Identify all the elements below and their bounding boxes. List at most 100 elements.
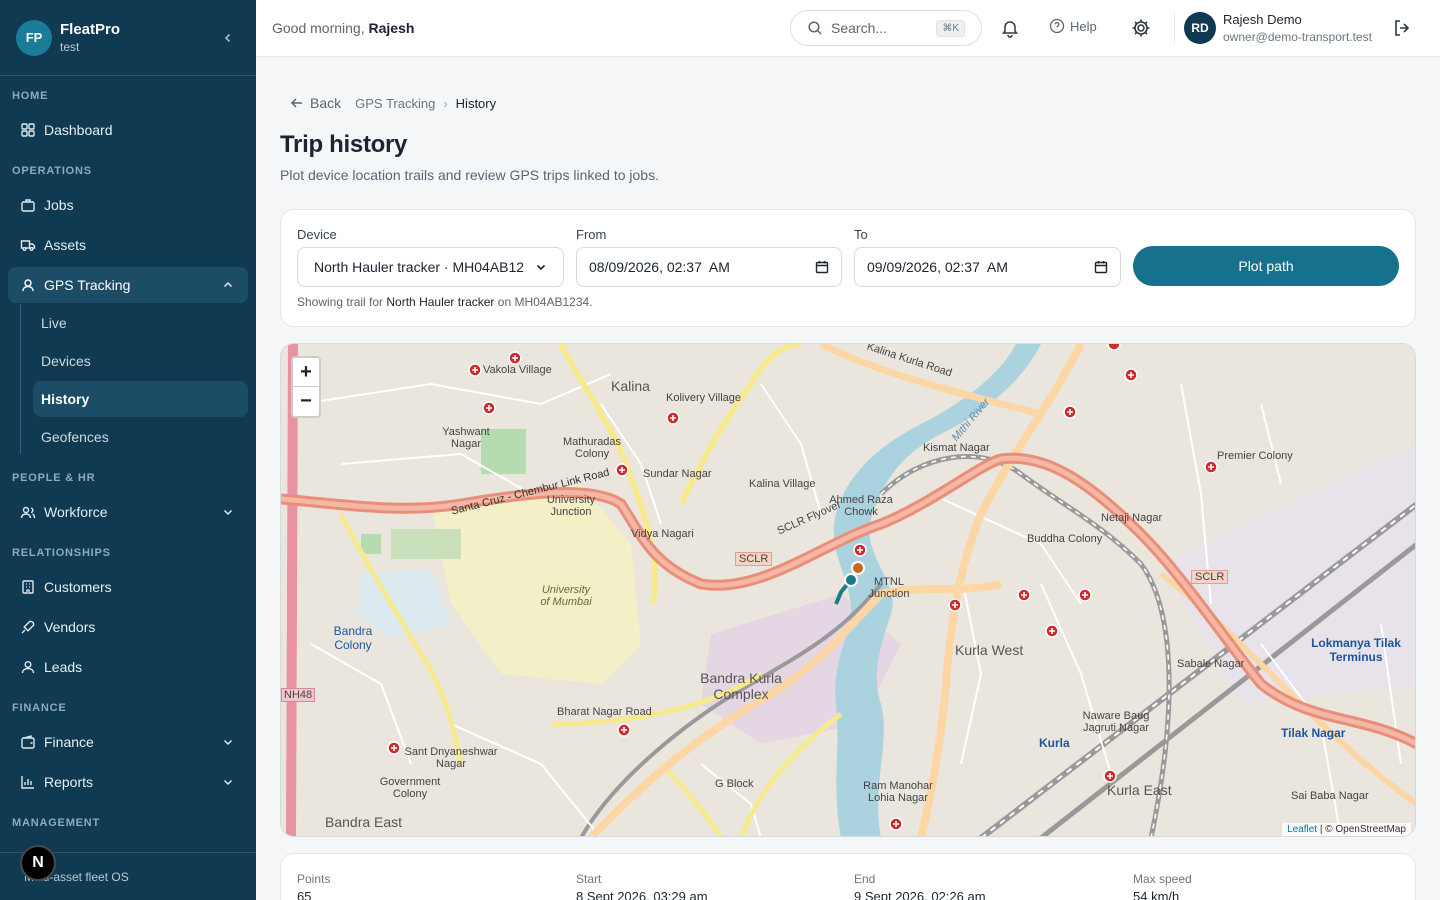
stat-value: 54 km/h (1133, 889, 1180, 900)
brand-name: FleatPro (60, 21, 121, 38)
arrow-left-icon (290, 98, 302, 108)
page-subtitle: Plot device location trails and review G… (280, 167, 659, 183)
greeting-name: Rajesh (368, 20, 415, 36)
chevron-down-icon (220, 774, 236, 790)
brand-logo: FP (16, 19, 52, 56)
sidebar-item-leads[interactable]: Leads (8, 649, 248, 685)
sidebar-item-workforce[interactable]: Workforce (8, 494, 248, 530)
to-datetime-input[interactable]: 09/09/2026, 02:37 AM (854, 247, 1121, 287)
section-finance: FINANCE (12, 702, 67, 714)
section-operations: OPERATIONS (12, 165, 92, 177)
search-shortcut: ⌘K (936, 19, 965, 37)
sidebar-item-label: Finance (44, 734, 94, 750)
user-email: owner@demo-transport.test (1223, 30, 1372, 44)
brand: FP FleatPro test (0, 0, 256, 76)
sidebar-subitem-live[interactable]: Live (33, 305, 248, 341)
map-label: Tilak Nagar (1281, 726, 1346, 740)
stat-value: 9 Sept 2026, 02:26 am (854, 889, 986, 900)
page-title: Trip history (280, 131, 408, 158)
from-datetime-input[interactable]: 08/09/2026, 02:37 AM (576, 247, 842, 287)
bell-icon[interactable] (1000, 18, 1020, 38)
back-button[interactable]: Back (290, 95, 341, 111)
map-label: Vakola Village (483, 364, 552, 376)
from-label: From (576, 227, 607, 242)
sidebar-item-jobs[interactable]: Jobs (8, 187, 248, 223)
calendar-icon[interactable] (815, 260, 829, 274)
logout-icon[interactable] (1392, 18, 1412, 38)
breadcrumb-parent[interactable]: GPS Tracking (355, 96, 435, 111)
trail-info-suffix: on MH04AB1234. (497, 295, 593, 309)
sidebar-item-label: Jobs (44, 197, 74, 213)
bar-chart-icon (20, 774, 36, 790)
trip-stats-card: Points 65 Start 8 Sept 2026, 03:29 am En… (280, 853, 1416, 900)
sidebar-item-customers[interactable]: Customers (8, 569, 248, 605)
sidebar-item-vendors[interactable]: Vendors (8, 609, 248, 645)
zoom-in-button[interactable]: + (293, 358, 319, 387)
help-label: Help (1070, 18, 1097, 34)
sidebar-item-assets[interactable]: Assets (8, 227, 248, 263)
sidebar-subitem-history[interactable]: History (33, 381, 248, 417)
section-management: MANAGEMENT (12, 817, 101, 829)
map-label: Ram Manohar Lohia Nagar (863, 780, 933, 804)
map-label: Kalina Village (749, 478, 816, 490)
search-box[interactable]: Search... ⌘K (790, 10, 982, 46)
map-label: Bandra East (325, 814, 403, 830)
help-button[interactable]: Help (1049, 18, 1097, 34)
map-label: Kolivery Village (666, 392, 742, 404)
header-divider (1174, 12, 1175, 44)
sidebar-item-label: Vendors (44, 619, 96, 635)
user-icon (20, 659, 36, 675)
map-label: MTNL Junction (868, 576, 910, 600)
map-label: Netaji Nagar (1101, 512, 1163, 524)
map-label: Kurla West (955, 642, 1024, 658)
brand-subtitle: test (60, 40, 80, 54)
plot-path-button[interactable]: Plot path (1133, 246, 1399, 286)
sidebar-item-finance[interactable]: Finance (8, 724, 248, 760)
stat-label: Start (576, 872, 602, 886)
device-value: North Hauler tracker · MH04AB123 (314, 259, 524, 275)
stat-start: Start 8 Sept 2026, 03:29 am (576, 872, 708, 900)
sidebar-subitem-devices[interactable]: Devices (33, 343, 248, 379)
sidebar-item-dashboard[interactable]: Dashboard (8, 112, 248, 148)
chevron-left-icon[interactable] (216, 26, 240, 50)
sidebar: FP FleatPro test HOME Dashboard OPERATIO… (0, 0, 256, 900)
breadcrumb-current: History (455, 95, 497, 111)
leaflet-link[interactable]: Leaflet (1287, 824, 1317, 835)
stat-points: Points 65 (297, 872, 330, 900)
map-label: Kismat Nagar (923, 442, 990, 454)
device-select[interactable]: North Hauler tracker · MH04AB123 (297, 247, 564, 287)
osm-attribution[interactable]: | © OpenStreetMap (1320, 824, 1406, 835)
map-label: Kalina (611, 378, 650, 394)
map-label: Yashwant Nagar (442, 426, 490, 450)
users-icon (20, 504, 36, 520)
sidebar-item-reports[interactable]: Reports (8, 764, 248, 800)
gear-icon[interactable] (1130, 17, 1152, 39)
user-name: Rajesh Demo (1223, 12, 1302, 27)
sidebar-item-label: Workforce (44, 504, 108, 520)
dev-tools-badge[interactable]: N (20, 845, 56, 881)
zoom-control: + − (291, 356, 321, 418)
section-people: PEOPLE & HR (12, 472, 96, 484)
greeting: Good morning, Rajesh (272, 20, 414, 36)
sidebar-subitem-geofences[interactable]: Geofences (33, 419, 248, 455)
section-relationships: RELATIONSHIPS (12, 547, 111, 559)
map-view[interactable]: Kalina Kolivery Village Mathuradas Colon… (280, 343, 1416, 837)
trail-end-marker[interactable] (851, 561, 865, 575)
from-value: 08/09/2026, 02:37 AM (589, 259, 730, 275)
user-info[interactable]: Rajesh Demo owner@demo-transport.test (1223, 12, 1372, 44)
map-label: Vidya Nagari (631, 528, 694, 540)
stat-label: End (854, 872, 876, 886)
trail-start-marker[interactable] (844, 573, 858, 587)
sidebar-item-label: Customers (44, 579, 112, 595)
sidebar-item-label: Dashboard (44, 122, 113, 138)
sidebar-item-gps-tracking[interactable]: GPS Tracking (8, 267, 248, 303)
chevron-up-icon (220, 277, 236, 293)
map-label: SCLR (1191, 570, 1229, 584)
truck-icon (20, 237, 36, 253)
avatar[interactable]: RD (1184, 12, 1216, 44)
calendar-icon[interactable] (1094, 260, 1108, 274)
search-icon (807, 20, 823, 36)
building-icon (20, 579, 36, 595)
stat-label: Points (297, 872, 331, 886)
zoom-out-button[interactable]: − (293, 387, 319, 416)
